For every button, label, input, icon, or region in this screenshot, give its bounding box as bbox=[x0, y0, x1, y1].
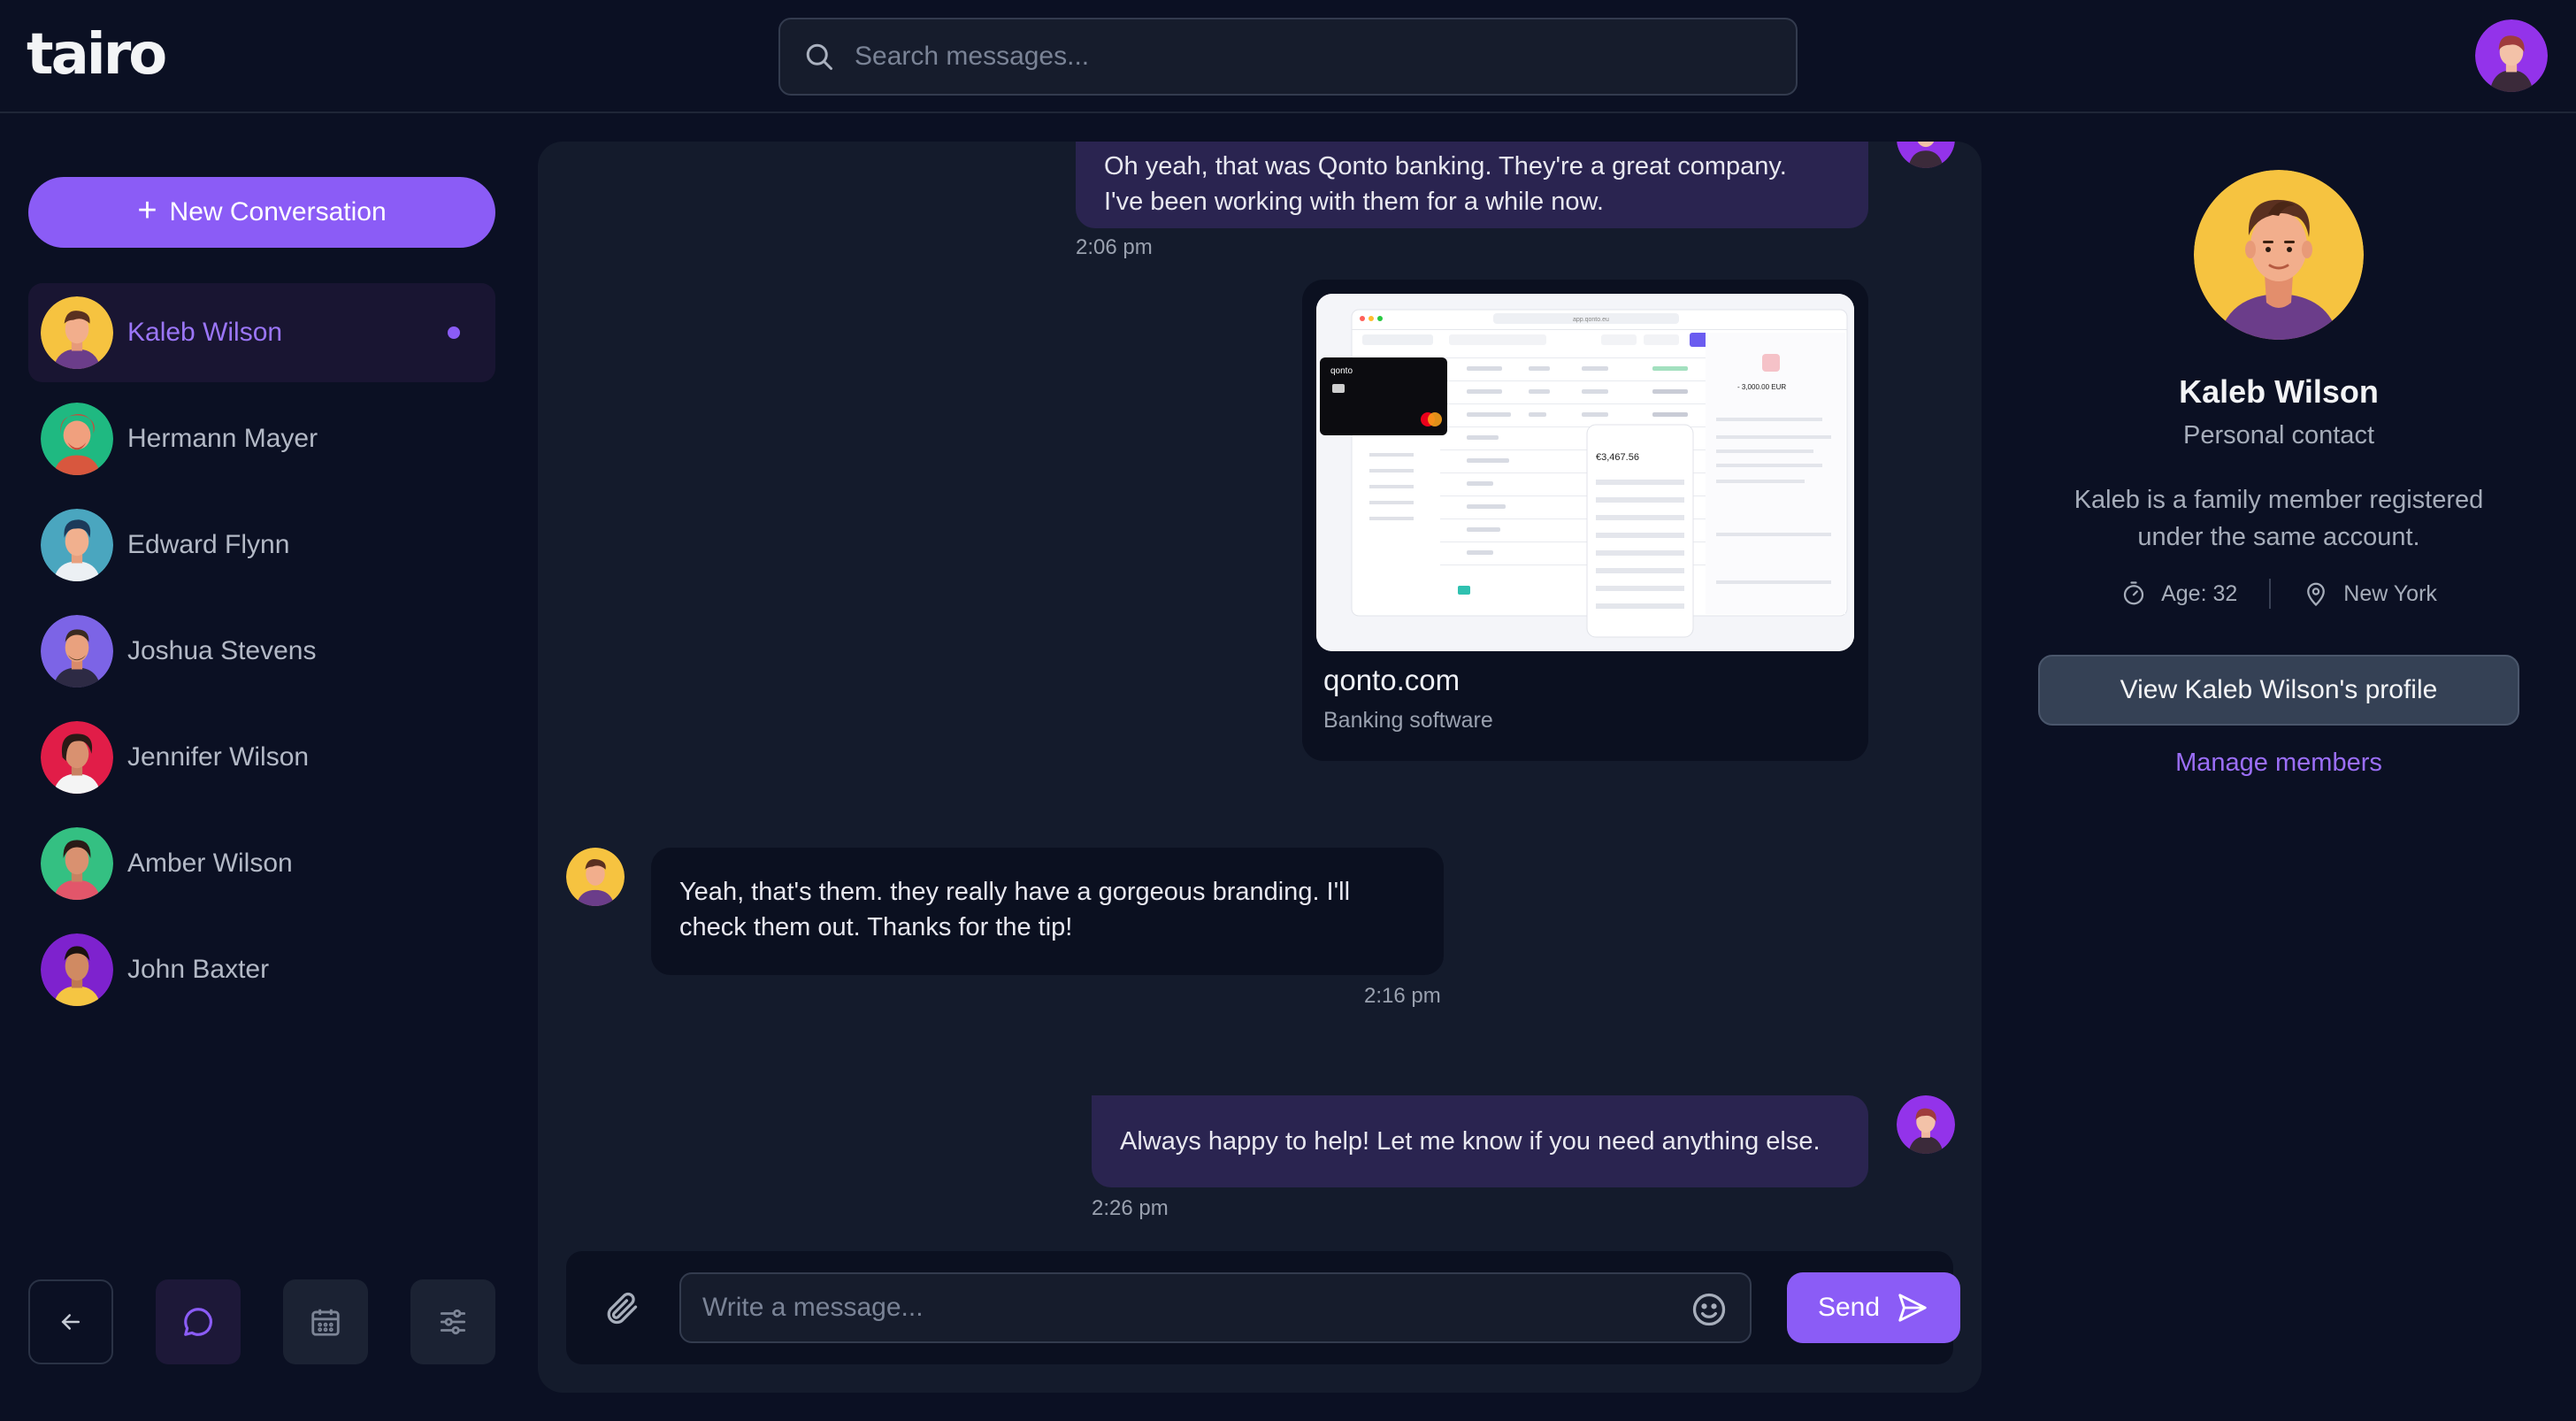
avatar bbox=[41, 403, 113, 475]
chat-panel: Oh yeah, that was Qonto banking. They're… bbox=[538, 142, 1982, 1393]
manage-members-link[interactable]: Manage members bbox=[2024, 749, 2534, 778]
user-avatar[interactable] bbox=[2475, 19, 2548, 92]
message-time: 2:06 pm bbox=[1076, 235, 1153, 259]
back-button[interactable] bbox=[28, 1279, 113, 1364]
profile-age-text: Age: 32 bbox=[2161, 580, 2238, 606]
calendar-icon bbox=[311, 1309, 340, 1336]
bottom-nav bbox=[28, 1279, 495, 1364]
arrow-left-icon bbox=[61, 1314, 80, 1330]
profile-role: Personal contact bbox=[2182, 421, 2374, 449]
message-composer: Send bbox=[566, 1251, 1960, 1364]
sender-avatar-me bbox=[1897, 1095, 1955, 1154]
contact-name: Kaleb Wilson bbox=[127, 318, 283, 347]
message-text: Oh yeah, that was Qonto banking. They're… bbox=[1104, 152, 1787, 181]
link-domain[interactable]: qonto.com bbox=[1323, 664, 1460, 697]
sender-avatar-kaleb bbox=[566, 848, 625, 906]
search-input[interactable] bbox=[855, 42, 1739, 72]
contact-item-john-baxter[interactable]: John Baxter bbox=[28, 920, 495, 1019]
contact-item-amber-wilson[interactable]: Amber Wilson bbox=[28, 814, 495, 913]
map-pin-icon bbox=[2307, 582, 2326, 607]
contact-item-jennifer-wilson[interactable]: Jennifer Wilson bbox=[28, 708, 495, 807]
calendar-nav-button[interactable] bbox=[283, 1279, 368, 1364]
paper-plane-icon bbox=[1898, 1294, 1927, 1322]
avatar bbox=[41, 721, 113, 794]
sender-avatar bbox=[1897, 142, 1955, 168]
contact-name: Amber Wilson bbox=[127, 849, 293, 878]
contact-item-kaleb-wilson[interactable]: Kaleb Wilson bbox=[28, 283, 495, 382]
message-bubble-outgoing: Oh yeah, that was Qonto banking. They're… bbox=[1076, 142, 1868, 228]
send-button[interactable]: Send bbox=[1787, 1272, 1960, 1343]
avatar bbox=[41, 827, 113, 900]
link-description: Banking software bbox=[1323, 708, 1493, 733]
top-bar: tairo bbox=[0, 0, 2576, 113]
preview-amount: - 3,000.00 EUR bbox=[1737, 383, 1786, 391]
paperclip-icon[interactable] bbox=[602, 1288, 640, 1327]
new-conversation-label: New Conversation bbox=[169, 197, 387, 227]
search-icon bbox=[806, 43, 832, 70]
view-profile-button[interactable]: View Kaleb Wilson's profile bbox=[2038, 655, 2519, 726]
contact-item-edward-flynn[interactable]: Edward Flynn bbox=[28, 495, 495, 595]
contact-name: Hermann Mayer bbox=[127, 424, 318, 453]
contact-name: Joshua Stevens bbox=[127, 636, 317, 665]
avatar bbox=[41, 615, 113, 687]
avatar bbox=[41, 509, 113, 581]
message-text: Always happy to help! Let me know if you… bbox=[1120, 1127, 1821, 1156]
sliders-icon bbox=[440, 1309, 466, 1335]
contact-list: Kaleb Wilson Hermann Mayer Edward Flynn … bbox=[28, 283, 495, 1026]
link-preview-card[interactable]: app.qonto.eu qonto €3,467.56 - 3,000.00 … bbox=[1302, 280, 1868, 761]
profile-description: Kaleb is a family member registered unde… bbox=[2074, 486, 2484, 551]
message-input[interactable] bbox=[702, 1290, 1658, 1325]
new-conversation-button[interactable]: + New Conversation bbox=[28, 177, 495, 248]
chat-bubble-icon bbox=[184, 1308, 212, 1336]
plus-icon: + bbox=[137, 192, 157, 229]
message-text: I've been working with them for a while … bbox=[1104, 188, 1604, 216]
avatar bbox=[41, 296, 113, 369]
contact-item-joshua-stevens[interactable]: Joshua Stevens bbox=[28, 602, 495, 701]
divider bbox=[2269, 579, 2272, 609]
contact-name: Jennifer Wilson bbox=[127, 742, 310, 772]
emoji-icon[interactable] bbox=[1690, 1290, 1729, 1329]
message-bubble-incoming: Yeah, that's them. they really have a go… bbox=[651, 848, 1444, 975]
profile-age: Age: 32 bbox=[2120, 580, 2237, 607]
profile-location: New York bbox=[2303, 580, 2437, 607]
contact-name: Edward Flynn bbox=[127, 530, 290, 559]
contact-item-hermann-mayer[interactable]: Hermann Mayer bbox=[28, 389, 495, 488]
profile-location-text: New York bbox=[2343, 580, 2437, 606]
search-bar[interactable] bbox=[778, 18, 1798, 96]
contact-name: John Baxter bbox=[127, 955, 270, 984]
profile-name: Kaleb Wilson bbox=[2179, 373, 2379, 410]
qonto-app-screenshot: app.qonto.eu qonto €3,467.56 - 3,000.00 … bbox=[1316, 294, 1854, 651]
message-bubble-outgoing: Always happy to help! Let me know if you… bbox=[1092, 1095, 1868, 1187]
unread-dot bbox=[448, 326, 460, 339]
messages-nav-button[interactable] bbox=[156, 1279, 241, 1364]
tairo-logo[interactable]: tairo bbox=[27, 27, 167, 83]
message-text: Yeah, that's them. they really have a go… bbox=[679, 878, 1351, 906]
message-time: 2:26 pm bbox=[1092, 1196, 1169, 1220]
stopwatch-icon bbox=[2123, 581, 2144, 605]
website-screenshot: app.qonto.eu qonto €3,467.56 - 3,000.00 … bbox=[1316, 294, 1854, 651]
avatar bbox=[41, 933, 113, 1006]
profile-avatar bbox=[2194, 170, 2364, 340]
message-text: check them out. Thanks for the tip! bbox=[679, 913, 1073, 941]
message-time: 2:16 pm bbox=[1364, 984, 1441, 1008]
preview-card-brand: qonto bbox=[1330, 366, 1353, 376]
settings-nav-button[interactable] bbox=[410, 1279, 495, 1364]
send-label: Send bbox=[1817, 1293, 1881, 1322]
preview-url: app.qonto.eu bbox=[1573, 317, 1609, 323]
profile-meta: Age: 32 New York bbox=[2024, 579, 2534, 609]
message-input-box[interactable] bbox=[679, 1272, 1752, 1343]
preview-balance: €3,467.56 bbox=[1596, 452, 1639, 463]
